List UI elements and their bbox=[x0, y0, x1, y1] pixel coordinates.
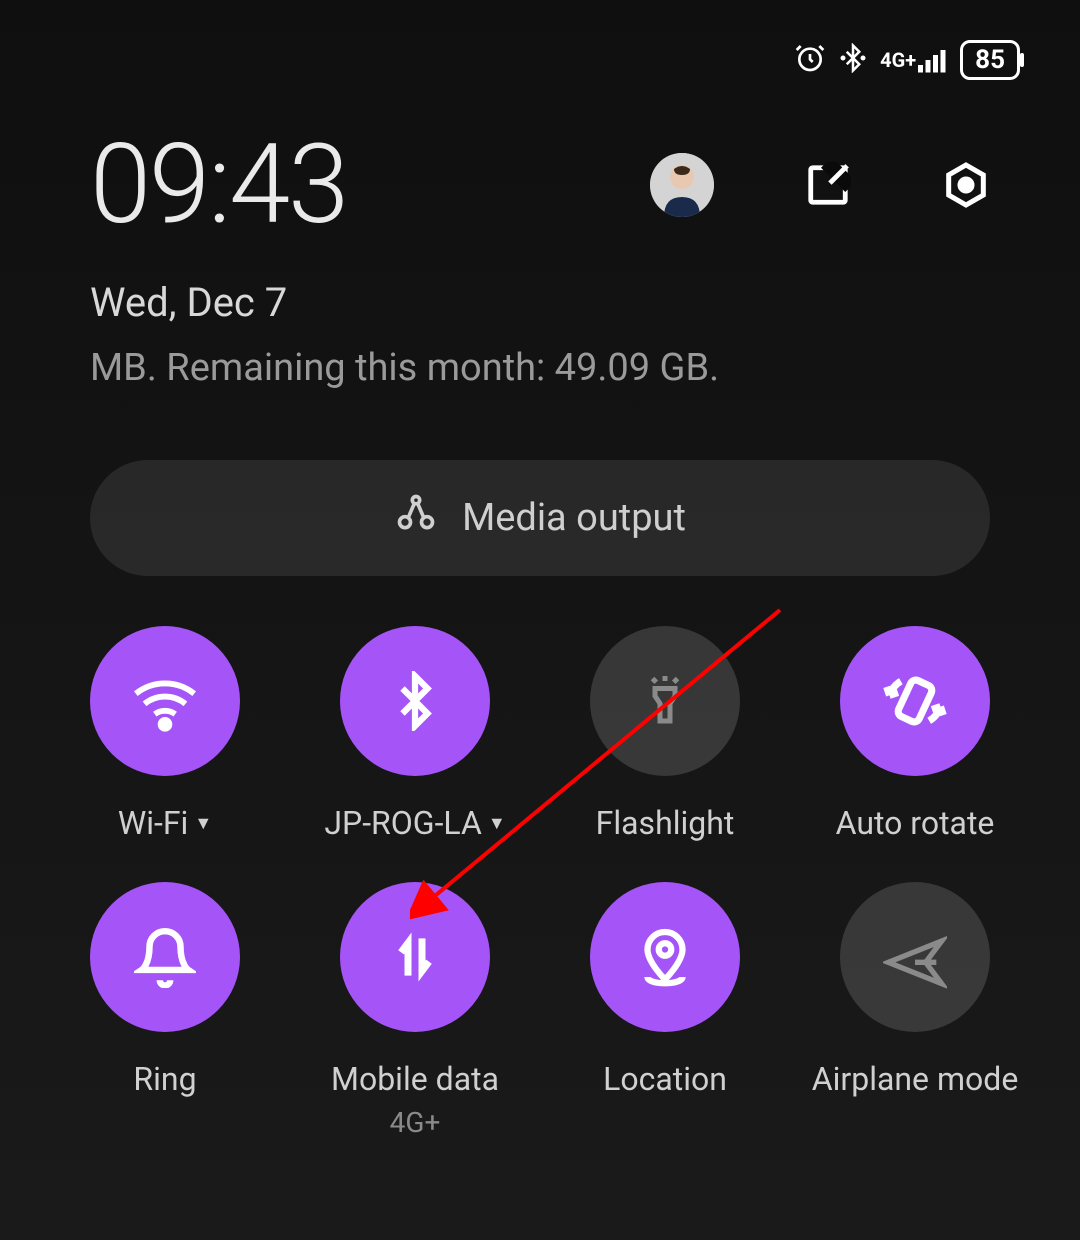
airplane-icon bbox=[840, 882, 990, 1032]
data-usage-label: MB. Remaining this month: 49.09 GB. bbox=[0, 326, 1080, 390]
toggle-wifi-label: Wi-Fi bbox=[118, 804, 188, 842]
toggle-flashlight[interactable]: Flashlight bbox=[540, 626, 790, 842]
alarm-icon bbox=[794, 42, 826, 78]
toggle-mobile-data-sublabel: 4G+ bbox=[390, 1106, 441, 1139]
clock-time: 09:43 bbox=[90, 120, 650, 249]
battery-indicator: 85 bbox=[960, 40, 1020, 80]
network-status-4g: 4G+ bbox=[880, 46, 948, 74]
chevron-down-icon: ▼ bbox=[488, 813, 506, 834]
toggle-location-label: Location bbox=[603, 1060, 727, 1098]
toggle-airplane-mode-label: Airplane mode bbox=[812, 1060, 1019, 1098]
rotate-icon bbox=[840, 626, 990, 776]
wifi-icon bbox=[90, 626, 240, 776]
media-output-icon bbox=[394, 491, 438, 545]
toggle-mobile-data[interactable]: Mobile data 4G+ bbox=[290, 882, 540, 1139]
data-icon bbox=[340, 882, 490, 1032]
edit-button[interactable] bbox=[804, 161, 852, 209]
toggle-ring[interactable]: Ring bbox=[40, 882, 290, 1139]
bluetooth-icon bbox=[340, 626, 490, 776]
bell-icon bbox=[90, 882, 240, 1032]
quick-toggle-grid: Wi-Fi ▼ JP-ROG-LA ▼ Flashlight bbox=[0, 576, 1080, 1139]
media-output-label: Media output bbox=[462, 496, 686, 540]
media-output-button[interactable]: Media output bbox=[90, 460, 990, 576]
bluetooth-status-icon bbox=[838, 43, 868, 77]
toggle-ring-label: Ring bbox=[133, 1060, 196, 1098]
user-avatar[interactable] bbox=[650, 153, 714, 217]
chevron-down-icon: ▼ bbox=[194, 813, 212, 834]
toggle-flashlight-label: Flashlight bbox=[596, 804, 735, 842]
settings-button[interactable] bbox=[942, 161, 990, 209]
toggle-bluetooth[interactable]: JP-ROG-LA ▼ bbox=[290, 626, 540, 842]
toggle-auto-rotate[interactable]: Auto rotate bbox=[790, 626, 1040, 842]
toggle-auto-rotate-label: Auto rotate bbox=[836, 804, 995, 842]
toggle-airplane-mode[interactable]: Airplane mode bbox=[790, 882, 1040, 1139]
flashlight-icon bbox=[590, 626, 740, 776]
toggle-mobile-data-label: Mobile data bbox=[331, 1060, 499, 1098]
date-label: Wed, Dec 7 bbox=[0, 249, 1080, 326]
toggle-bluetooth-label: JP-ROG-LA bbox=[324, 804, 481, 842]
toggle-wifi[interactable]: Wi-Fi ▼ bbox=[40, 626, 290, 842]
status-bar: 4G+ 85 bbox=[0, 0, 1080, 80]
location-icon bbox=[590, 882, 740, 1032]
toggle-location[interactable]: Location bbox=[540, 882, 790, 1139]
